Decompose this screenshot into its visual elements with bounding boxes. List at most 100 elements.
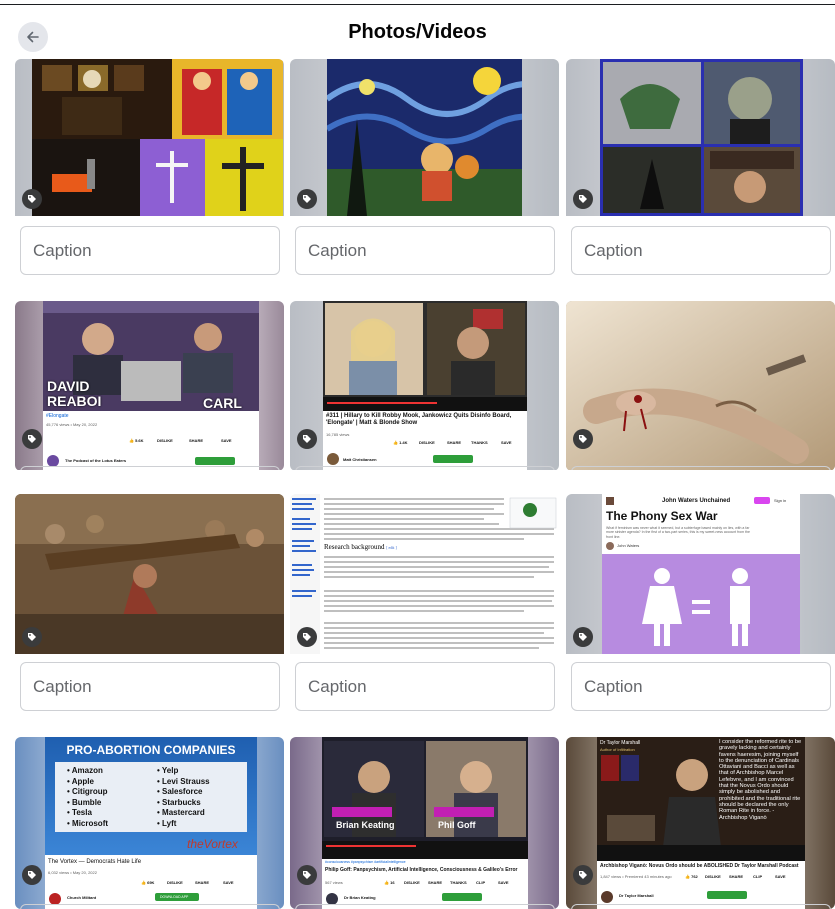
overlay-name-right: CARL — [203, 395, 242, 411]
thanks-button[interactable]: THANKS — [471, 440, 488, 445]
subscribe-button[interactable] — [195, 457, 235, 465]
media-tile[interactable]: Caption — [566, 59, 835, 279]
tag-icon — [303, 633, 311, 641]
like-count[interactable]: 👍 16 — [384, 880, 395, 885]
media-thumbnail[interactable]: PRO-ABORTION COMPANIES • Amazon • Apple • … — [15, 737, 284, 909]
media-thumbnail[interactable]: Dr Taylor Marshall Author of Infiltratio… — [566, 737, 835, 909]
media-thumbnail[interactable] — [15, 59, 284, 216]
dislike-button[interactable]: DISLIKE — [167, 880, 183, 885]
dislike-button[interactable]: DISLIKE — [157, 438, 173, 443]
article-title[interactable]: The Phony Sex War — [606, 509, 718, 523]
channel-name[interactable]: Matt Christiansen — [343, 457, 377, 462]
clip-button[interactable]: CLIP — [476, 880, 485, 885]
video-title[interactable]: Archbishop Viganò: Novus Ordo should be … — [600, 863, 804, 869]
like-count[interactable]: 👍 5.6K — [129, 438, 144, 443]
save-button[interactable]: SAVE — [501, 440, 512, 445]
caption-input[interactable]: Caption — [295, 226, 555, 275]
sign-in-link[interactable]: Sign in — [774, 498, 786, 503]
tag-badge[interactable] — [22, 429, 42, 449]
share-button[interactable]: SHARE — [189, 438, 203, 443]
dislike-button[interactable]: DISLIKE — [705, 874, 721, 879]
tag-badge[interactable] — [297, 627, 317, 647]
caption-input[interactable]: Caption — [20, 662, 280, 711]
tag-badge[interactable] — [573, 189, 593, 209]
save-button[interactable]: SAVE — [223, 880, 234, 885]
dislike-button[interactable]: DISLIKE — [419, 440, 435, 445]
share-button[interactable]: SHARE — [428, 880, 442, 885]
like-count[interactable]: 👍 1.4K — [393, 440, 408, 445]
media-thumbnail[interactable] — [566, 59, 835, 216]
tag-badge[interactable] — [22, 627, 42, 647]
media-tile[interactable]: Dr Taylor Marshall Author of Infiltratio… — [566, 737, 835, 909]
media-thumbnail[interactable]: #311 | Hillary to Kill Robby Mook, Janko… — [290, 301, 559, 471]
thanks-button[interactable]: THANKS — [450, 880, 467, 885]
section-heading: Research background [ edit ] — [324, 543, 397, 551]
share-button[interactable]: SHARE — [729, 874, 743, 879]
save-button[interactable]: SAVE — [498, 880, 509, 885]
save-button[interactable]: SAVE — [775, 874, 786, 879]
company-item: • Mastercard — [157, 808, 205, 817]
channel-name[interactable]: Church Militant — [67, 895, 96, 900]
tag-badge[interactable] — [22, 189, 42, 209]
tag-icon — [28, 435, 36, 443]
company-item: • Yelp — [157, 766, 179, 775]
save-button[interactable]: SAVE — [221, 438, 232, 443]
video-title[interactable]: Philip Goff: Panpsychism, Artificial Int… — [325, 867, 525, 873]
video-hashtags[interactable]: #consciousness #panpsychism #artificiali… — [325, 860, 406, 864]
media-tile[interactable]: Caption — [15, 494, 284, 716]
media-tile[interactable]: #311 | Hillary to Kill Robby Mook, Janko… — [290, 301, 559, 471]
tag-badge[interactable] — [573, 429, 593, 449]
media-tile[interactable]: John Waters Unchained Sign in The Phony … — [566, 494, 835, 716]
channel-name[interactable]: The Podcast of the Lotus Eaters — [65, 458, 126, 463]
media-tile[interactable]: DAVID REABOI CARL #Elongate 45,776 views… — [15, 301, 284, 471]
join-button[interactable] — [442, 893, 482, 901]
media-thumbnail[interactable] — [566, 301, 835, 471]
caption-placeholder: Caption — [584, 677, 643, 696]
dislike-button[interactable]: DISLIKE — [404, 880, 420, 885]
media-thumbnail[interactable] — [290, 59, 559, 216]
caption-input[interactable]: Caption — [571, 226, 831, 275]
download-app-label: DOWNLOAD APP — [160, 895, 189, 899]
media-thumbnail[interactable] — [15, 494, 284, 654]
tag-badge[interactable] — [573, 627, 593, 647]
media-tile[interactable]: Brian Keating Phil Goff #consciousness #… — [290, 737, 559, 909]
caption-placeholder: Caption — [308, 677, 367, 696]
like-count[interactable]: 👍 762 — [685, 874, 698, 879]
channel-name[interactable]: Dr Brian Keating — [344, 895, 376, 900]
media-thumbnail[interactable]: John Waters Unchained Sign in The Phony … — [566, 494, 835, 654]
quote-text: I consider the reformed rite to be grave… — [719, 739, 802, 821]
media-thumbnail[interactable]: Research background [ edit ] — [290, 494, 559, 654]
join-button[interactable] — [707, 891, 747, 899]
like-count[interactable]: 👍 69K — [141, 880, 154, 885]
media-tile[interactable]: Caption — [290, 59, 559, 279]
media-tile[interactable]: PRO-ABORTION COMPANIES • Amazon • Apple • … — [15, 737, 284, 909]
video-title[interactable]: #311 | Hillary to Kill Robby Mook, Janko… — [326, 413, 524, 427]
video-title[interactable]: The Vortex — Democrats Hate Life — [48, 859, 141, 866]
media-thumbnail[interactable]: DAVID REABOI CARL #Elongate 45,776 views… — [15, 301, 284, 471]
join-button[interactable] — [433, 455, 473, 463]
share-button[interactable]: SHARE — [195, 880, 209, 885]
share-button[interactable]: SHARE — [447, 440, 461, 445]
video-hashtag[interactable]: #Elongate — [46, 413, 69, 419]
download-app-button[interactable]: DOWNLOAD APP — [155, 893, 199, 901]
tag-badge[interactable] — [297, 865, 317, 885]
caption-input[interactable]: Caption — [571, 662, 831, 711]
tag-badge[interactable] — [297, 189, 317, 209]
tag-badge[interactable] — [573, 865, 593, 885]
media-tile[interactable]: Caption — [15, 59, 284, 279]
tag-badge[interactable] — [297, 429, 317, 449]
caption-input-peek[interactable] — [571, 904, 831, 909]
subscribe-pill[interactable] — [754, 497, 770, 504]
caption-input[interactable]: Caption — [295, 662, 555, 711]
crucifixion-hands-image — [566, 301, 835, 471]
edit-link[interactable]: [ edit ] — [386, 545, 397, 550]
media-tile[interactable] — [566, 301, 835, 471]
caption-input[interactable]: Caption — [20, 226, 280, 275]
caption-input-peek[interactable] — [20, 904, 280, 909]
caption-input-peek[interactable] — [295, 904, 555, 909]
channel-name[interactable]: Dr Taylor Marshall — [619, 893, 654, 898]
tag-badge[interactable] — [22, 865, 42, 885]
media-tile[interactable]: Research background [ edit ] Caption — [290, 494, 559, 716]
clip-button[interactable]: CLIP — [753, 874, 762, 879]
media-thumbnail[interactable]: Brian Keating Phil Goff #consciousness #… — [290, 737, 559, 909]
